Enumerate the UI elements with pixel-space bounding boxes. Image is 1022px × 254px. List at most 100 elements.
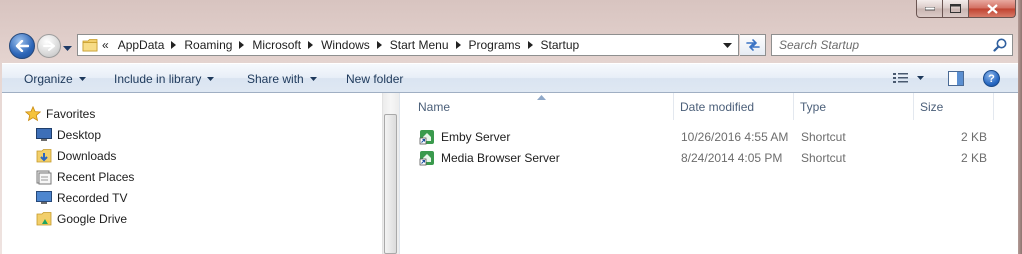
back-button[interactable]	[9, 33, 35, 59]
breadcrumb-arrow-icon[interactable]	[171, 41, 177, 49]
desktop-icon	[35, 127, 53, 143]
file-name[interactable]: Emby Server	[441, 126, 510, 147]
column-header-date-modified[interactable]: Date modified	[674, 93, 794, 120]
breadcrumb-label[interactable]: Roaming	[182, 38, 234, 52]
nav-item-recent-places[interactable]: Recent Places	[35, 167, 134, 187]
address-bar[interactable]: « AppData Roaming Microsoft Windows Star…	[77, 34, 739, 56]
nav-item-label: Downloads	[57, 149, 117, 163]
breadcrumb-appdata[interactable]: AppData	[116, 38, 183, 52]
navigation-row: « AppData Roaming Microsoft Windows Star…	[0, 30, 1022, 60]
file-row[interactable]: Emby Server 10/26/2016 4:55 AM Shortcut …	[400, 126, 1018, 147]
navigation-pane: Favorites Desktop Downloads Recent Place…	[2, 93, 382, 254]
nav-item-label: Google Drive	[57, 212, 128, 226]
breadcrumb-arrow-icon[interactable]	[527, 41, 533, 49]
include-in-library-label: Include in library	[114, 71, 202, 86]
navigation-pane-scrollbar[interactable]	[382, 93, 399, 254]
breadcrumb-programs[interactable]: Programs	[467, 38, 539, 52]
breadcrumb-label[interactable]: Microsoft	[250, 38, 303, 52]
content-area: Favorites Desktop Downloads Recent Place…	[2, 93, 1018, 254]
include-in-library-button[interactable]: Include in library	[114, 64, 215, 93]
google-drive-icon	[35, 211, 53, 227]
column-header-type[interactable]: Type	[794, 93, 914, 120]
breadcrumb-arrow-icon[interactable]	[455, 41, 461, 49]
help-button[interactable]: ?	[983, 70, 1000, 87]
breadcrumb-label[interactable]: Programs	[467, 38, 523, 52]
share-with-button[interactable]: Share with	[247, 64, 317, 93]
breadcrumb-label[interactable]: Startup	[539, 38, 582, 52]
star-icon	[24, 106, 42, 122]
forward-arrow-icon	[43, 41, 55, 51]
file-name[interactable]: Media Browser Server	[441, 147, 560, 168]
recent-pages-dropdown[interactable]	[63, 41, 72, 55]
address-overflow-indicator[interactable]: «	[102, 38, 109, 52]
change-view-button[interactable]	[893, 72, 924, 84]
folder-icon	[82, 39, 98, 52]
nav-item-google-drive[interactable]: Google Drive	[35, 209, 127, 229]
file-date-modified: 8/24/2014 4:05 PM	[681, 150, 783, 165]
organize-button[interactable]: Organize	[24, 64, 86, 93]
search-input[interactable]	[772, 35, 989, 55]
forward-button[interactable]	[37, 34, 61, 58]
close-button[interactable]	[969, 0, 1016, 18]
refresh-icon	[745, 39, 760, 51]
shortcut-icon	[419, 126, 435, 147]
file-size: 2 KB	[960, 129, 987, 144]
maximize-button[interactable]	[943, 0, 969, 18]
breadcrumb-label[interactable]: AppData	[116, 38, 167, 52]
breadcrumb-windows[interactable]: Windows	[319, 38, 388, 52]
breadcrumb-microsoft[interactable]: Microsoft	[250, 38, 319, 52]
share-with-label: Share with	[247, 71, 304, 86]
scrollbar-thumb[interactable]	[384, 114, 397, 254]
file-type: Shortcut	[801, 129, 846, 144]
chevron-down-icon	[78, 76, 86, 81]
organize-label: Organize	[24, 71, 73, 86]
refresh-button[interactable]	[740, 34, 766, 56]
nav-item-recorded-tv[interactable]: Recorded TV	[35, 188, 127, 208]
chevron-down-icon	[63, 46, 72, 51]
breadcrumb-label[interactable]: Start Menu	[388, 38, 451, 52]
file-size: 2 KB	[960, 150, 987, 165]
column-header-name[interactable]: Name	[412, 93, 674, 120]
recorded-tv-icon	[35, 190, 53, 206]
nav-item-downloads[interactable]: Downloads	[35, 146, 116, 166]
maximize-icon	[950, 4, 961, 13]
nav-item-label: Recorded TV	[57, 191, 128, 205]
nav-item-label: Desktop	[57, 128, 102, 142]
preview-pane-button[interactable]	[948, 71, 964, 89]
file-row[interactable]: Media Browser Server 8/24/2014 4:05 PM S…	[400, 147, 1018, 168]
chevron-down-icon	[917, 76, 924, 80]
preview-pane-icon	[948, 71, 964, 86]
search-box[interactable]	[771, 34, 1013, 56]
breadcrumb-startup[interactable]: Startup	[539, 38, 582, 52]
breadcrumb-arrow-icon[interactable]	[308, 41, 314, 49]
nav-favorites-label: Favorites	[46, 107, 96, 121]
breadcrumb-roaming[interactable]: Roaming	[182, 38, 250, 52]
details-view-icon	[893, 73, 908, 83]
nav-item-label: Recent Places	[57, 170, 135, 184]
recent-places-icon	[35, 169, 53, 185]
nav-item-desktop[interactable]: Desktop	[35, 125, 101, 145]
minimize-button[interactable]	[916, 0, 943, 18]
new-folder-label: New folder	[346, 71, 404, 86]
file-type: Shortcut	[801, 150, 846, 165]
chevron-down-icon	[309, 76, 317, 81]
back-arrow-icon	[15, 40, 29, 52]
downloads-icon	[35, 148, 53, 164]
search-icon[interactable]	[993, 38, 1007, 52]
command-bar: Organize Include in library Share with N…	[2, 63, 1018, 93]
minimize-icon	[924, 6, 935, 10]
chevron-down-icon	[207, 76, 215, 81]
shortcut-icon	[419, 147, 435, 168]
nav-favorites[interactable]: Favorites	[24, 104, 95, 124]
breadcrumb-arrow-icon[interactable]	[239, 41, 245, 49]
breadcrumb-start-menu[interactable]: Start Menu	[388, 38, 467, 52]
column-header-size[interactable]: Size	[914, 93, 994, 120]
breadcrumb-arrow-icon[interactable]	[376, 41, 382, 49]
caption-buttons	[916, 0, 1016, 19]
address-history-dropdown-icon[interactable]	[723, 43, 732, 49]
file-date-modified: 10/26/2016 4:55 AM	[681, 129, 789, 144]
new-folder-button[interactable]: New folder	[346, 64, 403, 93]
close-icon	[986, 3, 998, 14]
breadcrumb-label[interactable]: Windows	[319, 38, 372, 52]
file-list: Name Date modified Type Size Emby Server…	[400, 93, 1018, 254]
